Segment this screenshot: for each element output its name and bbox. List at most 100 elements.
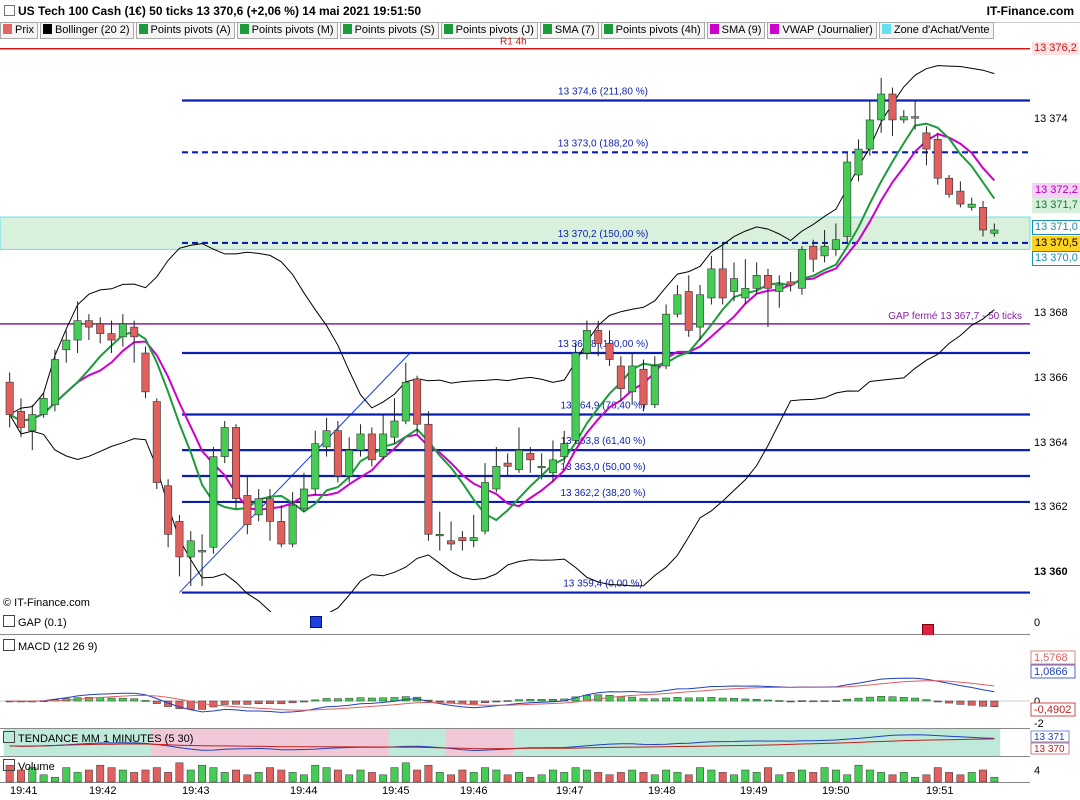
panel-toggle-icon[interactable] xyxy=(3,731,15,743)
gap-panel[interactable]: GAP (0.1) 0 xyxy=(0,612,1040,636)
panel-toggle-icon[interactable] xyxy=(3,615,15,627)
legend-item-points-pivots-m[interactable]: Points pivots (M) xyxy=(236,22,338,39)
time-tick-label: 19:46 xyxy=(460,785,488,797)
fib-level-label: 13 373,0 (188,20 %) xyxy=(558,138,649,149)
candle-body xyxy=(854,148,863,176)
volume-bar xyxy=(718,772,727,783)
trend-band xyxy=(275,729,288,756)
candle-body xyxy=(514,449,523,470)
gap-closed-label: GAP fermé 13 367,7 - 50 ticks xyxy=(888,311,1022,322)
legend-item-bollinger-20-2[interactable]: Bollinger (20 2) xyxy=(39,22,134,39)
macd-histogram-bar xyxy=(300,700,308,703)
price-value-tag: 13 370,0 xyxy=(1032,251,1080,266)
volume-bar xyxy=(854,764,863,783)
candle-body xyxy=(628,365,637,393)
macd-histogram-bar xyxy=(333,698,342,702)
volume-bar xyxy=(730,774,738,783)
trend-band xyxy=(354,729,367,756)
candle-body xyxy=(696,294,705,328)
legend-item-prix[interactable]: Prix xyxy=(0,22,38,39)
volume-bar xyxy=(186,769,195,783)
candle-body xyxy=(345,449,354,477)
trend-band xyxy=(909,729,922,756)
volume-bar xyxy=(243,774,252,783)
macd-histogram-bar xyxy=(492,700,501,703)
volume-panel-label[interactable]: Volume xyxy=(3,759,57,773)
volume-bar xyxy=(537,774,546,783)
candle-body xyxy=(979,207,988,231)
volume-bar xyxy=(650,774,659,783)
macd-histogram-bar xyxy=(594,694,603,702)
legend-item-zone-d-achat-vente[interactable]: Zone d'Achat/Vente xyxy=(878,22,994,39)
time-tick-label: 19:42 xyxy=(89,785,117,797)
macd-value-tag: -0,4902 xyxy=(1034,704,1071,716)
candle-body xyxy=(175,521,184,558)
price-panel[interactable]: R1 4h GAP fermé 13 367,7 - 50 ticks 13 374… xyxy=(0,37,1031,628)
window-icon[interactable] xyxy=(4,5,15,16)
volume-bar xyxy=(990,776,999,783)
candle-body xyxy=(922,132,931,150)
candle-body xyxy=(5,381,14,415)
volume-bar xyxy=(390,767,399,783)
volume-bar xyxy=(865,769,874,783)
trend-band xyxy=(196,729,208,756)
brand-label[interactable]: IT-Finance.com xyxy=(987,4,1074,18)
candle-body xyxy=(933,139,942,179)
gap-marker-blue xyxy=(310,616,322,628)
candle-body xyxy=(84,320,93,328)
macd-histogram-bar xyxy=(277,700,286,705)
candle-body xyxy=(424,423,433,535)
gap-panel-label[interactable]: GAP (0.1) xyxy=(3,615,69,629)
candle-body xyxy=(333,430,342,477)
trend-band xyxy=(750,729,763,756)
macd-histogram-bar xyxy=(152,700,161,704)
candle-body xyxy=(899,116,908,121)
macd-histogram-bar xyxy=(367,697,376,702)
trend-band xyxy=(433,729,446,756)
candle-body xyxy=(130,326,139,338)
legend-item-sma-7[interactable]: SMA (7) xyxy=(539,22,599,39)
candle-body xyxy=(911,116,920,119)
price-tick-label: 13 366 xyxy=(1034,371,1068,384)
trend-band xyxy=(422,729,435,756)
macd-histogram-bar xyxy=(775,700,784,702)
candle-body xyxy=(311,443,320,490)
volume-panel[interactable]: Volume 4 xyxy=(0,757,1040,783)
volume-bar xyxy=(922,774,931,783)
legend-item-sma-9[interactable]: SMA (9) xyxy=(706,22,766,39)
panel-toggle-icon[interactable] xyxy=(3,639,15,651)
candle-body xyxy=(198,550,207,553)
volume-bar xyxy=(515,772,523,783)
candle-body xyxy=(888,93,897,121)
macd-panel-label[interactable]: MACD (12 26 9) xyxy=(3,639,100,653)
volume-bar xyxy=(266,767,274,783)
trend-panel[interactable]: 13 371 13 370 TENDANCE MM 1 MINUTES (5 30… xyxy=(0,729,1070,757)
macd-histogram-bar xyxy=(107,697,116,702)
macd-value-tag: 1,5768 xyxy=(1034,652,1068,664)
macd-panel[interactable]: 20-21,57681,0866-0,4902 MACD (12 26 9) xyxy=(0,635,1076,730)
candle-body xyxy=(277,521,286,545)
macd-histogram-bar xyxy=(865,696,874,702)
legend-swatch-icon xyxy=(443,24,453,34)
volume-bar xyxy=(639,772,648,783)
trend-band xyxy=(558,729,571,756)
volume-bar xyxy=(526,776,535,783)
trend-band xyxy=(784,729,797,756)
candle-body xyxy=(831,239,840,250)
trend-band xyxy=(728,729,740,756)
trend-band xyxy=(286,729,299,756)
legend-item-points-pivots-4h[interactable]: Points pivots (4h) xyxy=(600,22,705,39)
candle-body xyxy=(243,495,252,525)
legend-label: Prix xyxy=(15,24,34,36)
panel-toggle-icon[interactable] xyxy=(3,759,15,771)
trend-band xyxy=(524,729,537,756)
legend-item-points-pivots-s[interactable]: Points pivots (S) xyxy=(339,22,439,39)
trend-panel-label[interactable]: TENDANCE MM 1 MINUTES (5 30) xyxy=(3,731,195,745)
trend-band xyxy=(897,729,910,756)
volume-bar xyxy=(809,772,818,783)
legend-item-points-pivots-a[interactable]: Points pivots (A) xyxy=(135,22,235,39)
trend-band xyxy=(547,729,559,756)
legend-item-vwap-journalier[interactable]: VWAP (Journalier) xyxy=(767,22,877,39)
price-chart[interactable]: R1 4h GAP fermé 13 367,7 - 50 ticks 13 374… xyxy=(0,37,1080,628)
candle-body xyxy=(820,245,829,257)
